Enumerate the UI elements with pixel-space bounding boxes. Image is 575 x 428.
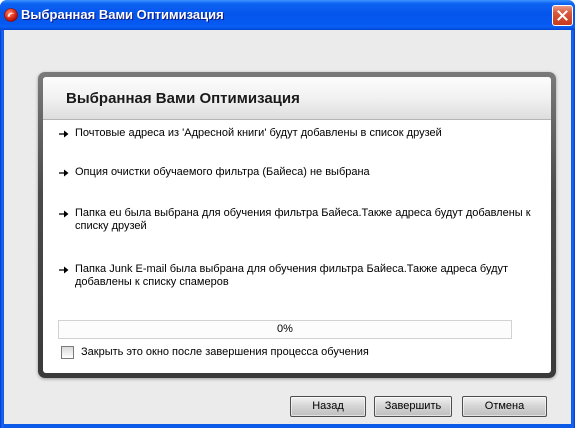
close-icon	[557, 10, 568, 21]
close-on-finish-checkbox[interactable]	[61, 346, 74, 359]
cancel-button[interactable]: Отмена	[462, 396, 547, 417]
summary-item-text: Папка Junk E-mail была выбрана для обуче…	[75, 263, 509, 275]
arrow-right-icon	[59, 169, 69, 177]
summary-item-text: списку друзей	[75, 220, 147, 232]
window-title: Выбранная Вами Оптимизация	[21, 7, 224, 22]
close-on-finish-label[interactable]: Закрыть это окно после завершения процес…	[81, 346, 369, 359]
client-area: Выбранная Вами Оптимизация Почтовые адре…	[4, 30, 571, 424]
close-button[interactable]	[552, 5, 573, 26]
progress-label: 0%	[277, 323, 293, 335]
summary-item-text: Папка eu была выбрана для обучения фильт…	[75, 207, 531, 219]
arrow-right-icon	[59, 210, 69, 218]
finish-button[interactable]: Завершить	[374, 396, 452, 417]
summary-item-text: Опция очистки обучаемого фильтра (Байеса…	[75, 166, 370, 178]
back-button[interactable]: Назад	[290, 396, 366, 417]
dialog-window: Выбранная Вами Оптимизация Выбранная Вам…	[0, 0, 575, 428]
summary-item-text: Почтовые адреса из 'Адресной книги' буду…	[75, 127, 442, 139]
summary-panel: Выбранная Вами Оптимизация Почтовые адре…	[38, 72, 556, 378]
training-progress-bar: 0%	[58, 320, 512, 339]
app-logo-icon[interactable]	[4, 8, 18, 22]
panel-heading: Выбранная Вами Оптимизация	[66, 90, 300, 107]
arrow-right-icon	[59, 130, 69, 138]
summary-panel-body: Выбранная Вами Оптимизация Почтовые адре…	[43, 77, 551, 373]
summary-item-text: добавлены к списку спамеров	[75, 276, 229, 288]
panel-header: Выбранная Вами Оптимизация	[43, 77, 551, 120]
title-bar[interactable]: Выбранная Вами Оптимизация	[0, 0, 575, 30]
arrow-right-icon	[59, 266, 69, 274]
